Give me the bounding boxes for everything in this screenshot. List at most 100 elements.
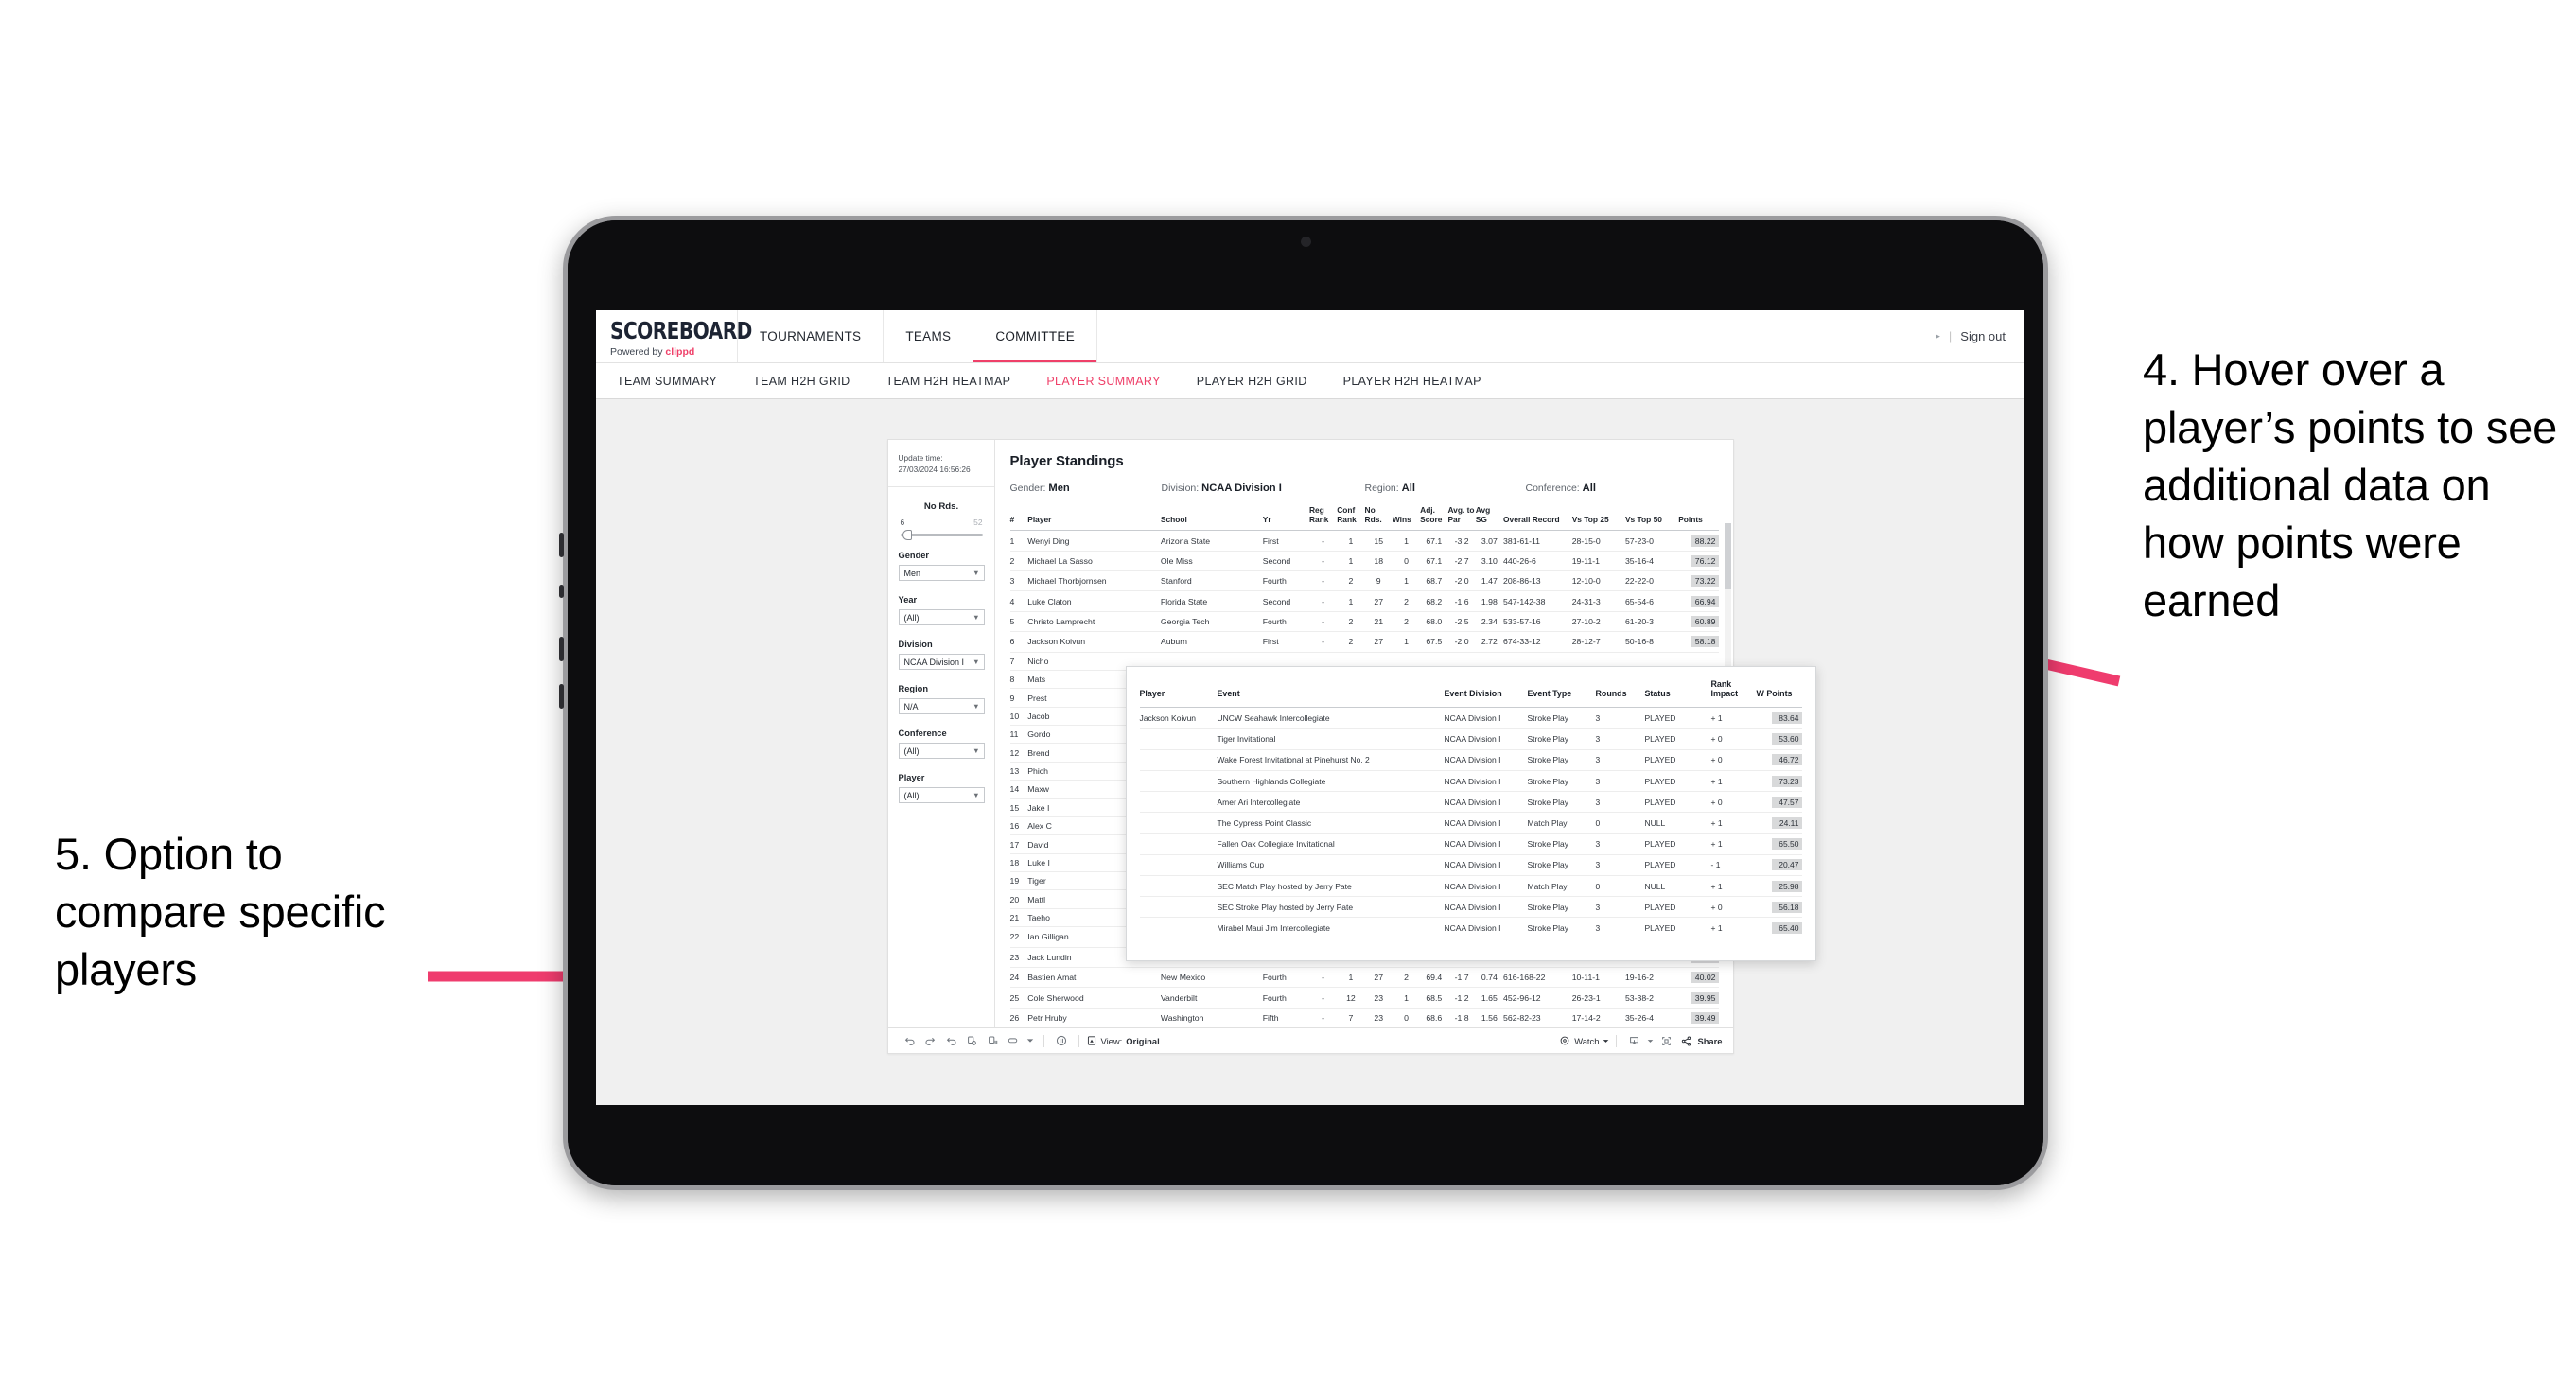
- filter-gender-select[interactable]: Men ▼: [898, 565, 985, 582]
- table-row[interactable]: 1 Wenyi Ding Arizona State First - 1 15 …: [1009, 530, 1719, 552]
- pause-icon[interactable]: [1051, 1031, 1072, 1050]
- table-row[interactable]: 5 Christo Lamprecht Georgia Tech Fourth …: [1009, 610, 1719, 632]
- tt-cell-points: 65.50: [1756, 833, 1802, 855]
- col-conf-rank[interactable]: Conf Rank: [1337, 505, 1364, 531]
- col-player[interactable]: Player: [1027, 506, 1161, 531]
- tt-cell-rounds: 3: [1595, 770, 1645, 792]
- fullscreen-icon[interactable]: [1656, 1031, 1676, 1050]
- tt-cell-status: PLAYED: [1644, 896, 1711, 918]
- filter-division-select[interactable]: NCAA Division I ▼: [898, 654, 985, 671]
- custom-views-icon[interactable]: [1004, 1031, 1025, 1050]
- cell-wins: 1: [1392, 570, 1421, 591]
- tt-points-badge: 83.64: [1771, 712, 1802, 725]
- tab-player-h2h-heatmap[interactable]: PLAYER H2H HEATMAP: [1325, 375, 1499, 388]
- tab-player-h2h-grid[interactable]: PLAYER H2H GRID: [1179, 375, 1325, 388]
- cell-school: Auburn: [1160, 631, 1263, 653]
- cell-year: Second: [1262, 550, 1309, 571]
- filter-summary-row: Gender: Men Division: NCAA Division I Re…: [1010, 482, 1719, 494]
- col-adj-score[interactable]: Adj. Score: [1420, 505, 1447, 531]
- tooltip-header-row: Player Event Event Division Event Type R…: [1140, 679, 1802, 708]
- cell-points[interactable]: 40.02: [1678, 966, 1719, 988]
- cell-points[interactable]: 73.22: [1678, 570, 1719, 591]
- cell-no-rounds: 23: [1364, 1007, 1393, 1028]
- table-row[interactable]: 24 Bastien Amat New Mexico Fourth - 1 27…: [1009, 966, 1719, 988]
- cell-reg-rank: -: [1308, 530, 1338, 552]
- revert-icon[interactable]: [941, 1031, 962, 1050]
- download-chevron-icon[interactable]: [1644, 1031, 1656, 1050]
- cell-rank: 23: [1009, 946, 1028, 968]
- cell-points[interactable]: 60.89: [1678, 610, 1719, 632]
- col-vs-top-25[interactable]: Vs Top 25: [1572, 506, 1625, 531]
- col-no-rounds[interactable]: No Rds.: [1365, 505, 1393, 531]
- filter-gender-label: Gender: [898, 551, 930, 561]
- table-row[interactable]: 3 Michael Thorbjornsen Stanford Fourth -…: [1009, 570, 1719, 591]
- cell-points[interactable]: 39.95: [1678, 987, 1719, 1009]
- table-row[interactable]: 4 Luke Claton Florida State Second - 1 2…: [1009, 590, 1719, 612]
- cell-adj-score: 67.5: [1420, 631, 1448, 653]
- chevron-down-icon: ▼: [973, 702, 980, 711]
- col-wins[interactable]: Wins: [1393, 506, 1420, 531]
- tab-team-h2h-heatmap[interactable]: TEAM H2H HEATMAP: [868, 375, 1029, 388]
- col-avg-sg[interactable]: Avg SG: [1476, 505, 1503, 531]
- cell-reg-rank: -: [1308, 631, 1338, 653]
- cell-rank: 2: [1009, 550, 1028, 571]
- refresh-data-icon[interactable]: [962, 1031, 983, 1050]
- chevron-down-icon[interactable]: ▸: [1936, 331, 1940, 342]
- filter-conference-select[interactable]: (All) ▼: [898, 743, 985, 760]
- cell-points[interactable]: 88.22: [1678, 530, 1719, 552]
- col-overall-rec[interactable]: Overall Record: [1503, 506, 1572, 531]
- tab-team-h2h-grid[interactable]: TEAM H2H GRID: [735, 375, 867, 388]
- filter-year-select[interactable]: (All) ▼: [898, 609, 985, 626]
- custom-views-chevron-icon[interactable]: [1025, 1031, 1037, 1050]
- filter-region-select[interactable]: N/A ▼: [898, 698, 985, 715]
- no-rounds-slider-handle[interactable]: [902, 530, 912, 541]
- col-points[interactable]: Points: [1678, 506, 1718, 531]
- toolbar-divider: [1043, 1034, 1044, 1047]
- table-row[interactable]: 2 Michael La Sasso Ole Miss Second - 1 1…: [1009, 550, 1719, 571]
- tt-points-badge: 73.23: [1771, 775, 1802, 787]
- filter-division-label: Division: [898, 640, 933, 650]
- cell-points[interactable]: 39.49: [1678, 1007, 1719, 1028]
- cell-wins: 2: [1392, 610, 1421, 632]
- filter-gender: Gender Men ▼: [898, 551, 985, 582]
- tt-cell-type: Stroke Play: [1527, 917, 1596, 939]
- cell-points-hovered[interactable]: 58.18: [1678, 631, 1719, 653]
- view-original-button[interactable]: View: Original: [1086, 1035, 1160, 1046]
- cell-reg-rank: -: [1308, 550, 1338, 571]
- sign-out-link[interactable]: Sign out: [1960, 329, 2006, 343]
- table-row[interactable]: 26 Petr Hruby Washington Fifth - 7 23 0: [1009, 1007, 1719, 1028]
- page-title: Player Standings: [1009, 453, 1124, 469]
- table-row[interactable]: 25 Cole Sherwood Vanderbilt Fourth - 12 …: [1009, 987, 1719, 1009]
- col-rank[interactable]: #: [1010, 506, 1028, 531]
- tt-points-badge: 20.47: [1771, 859, 1802, 871]
- tab-team-summary[interactable]: TEAM SUMMARY: [617, 375, 735, 388]
- tt-points-badge: 53.60: [1771, 733, 1802, 746]
- cell-school: Arizona State: [1160, 530, 1263, 552]
- table-scrollbar-thumb[interactable]: [1724, 523, 1731, 589]
- col-year[interactable]: Yr: [1263, 506, 1309, 531]
- col-vs-top-50[interactable]: Vs Top 50: [1625, 506, 1678, 531]
- col-reg-rank[interactable]: Reg Rank: [1309, 505, 1337, 531]
- col-avg-to-par[interactable]: Avg. to Par: [1447, 505, 1475, 531]
- cell-points[interactable]: 66.94: [1678, 590, 1719, 612]
- nav-item-teams[interactable]: TEAMS: [884, 310, 974, 362]
- watch-button[interactable]: Watch: [1559, 1035, 1609, 1046]
- nav-item-tournaments[interactable]: TOURNAMENTS: [738, 310, 885, 362]
- download-icon[interactable]: [1623, 1031, 1644, 1050]
- undo-icon[interactable]: [900, 1031, 920, 1050]
- cell-points[interactable]: 76.12: [1678, 550, 1719, 571]
- cell-rank: 26: [1009, 1007, 1028, 1028]
- tab-player-summary[interactable]: PLAYER SUMMARY: [1028, 375, 1178, 388]
- app-logo[interactable]: SCOREBOARD Powered by clippd: [596, 310, 752, 362]
- device-button-power: [559, 533, 564, 557]
- filter-player-select[interactable]: (All) ▼: [898, 787, 985, 804]
- cell-no-rounds: 27: [1364, 590, 1393, 612]
- share-button[interactable]: Share: [1680, 1035, 1723, 1047]
- tt-cell-event: Mirabel Maui Jim Intercollegiate: [1217, 917, 1445, 939]
- table-row-hovered[interactable]: 6 Jackson Koivun Auburn First - 2 27 1 6…: [1009, 631, 1719, 653]
- pause-auto-updates-icon[interactable]: [983, 1031, 1004, 1050]
- col-school[interactable]: School: [1161, 506, 1263, 531]
- nav-item-committee[interactable]: COMMITTEE: [973, 310, 1098, 362]
- no-rounds-slider[interactable]: [900, 530, 983, 541]
- redo-icon[interactable]: [920, 1031, 941, 1050]
